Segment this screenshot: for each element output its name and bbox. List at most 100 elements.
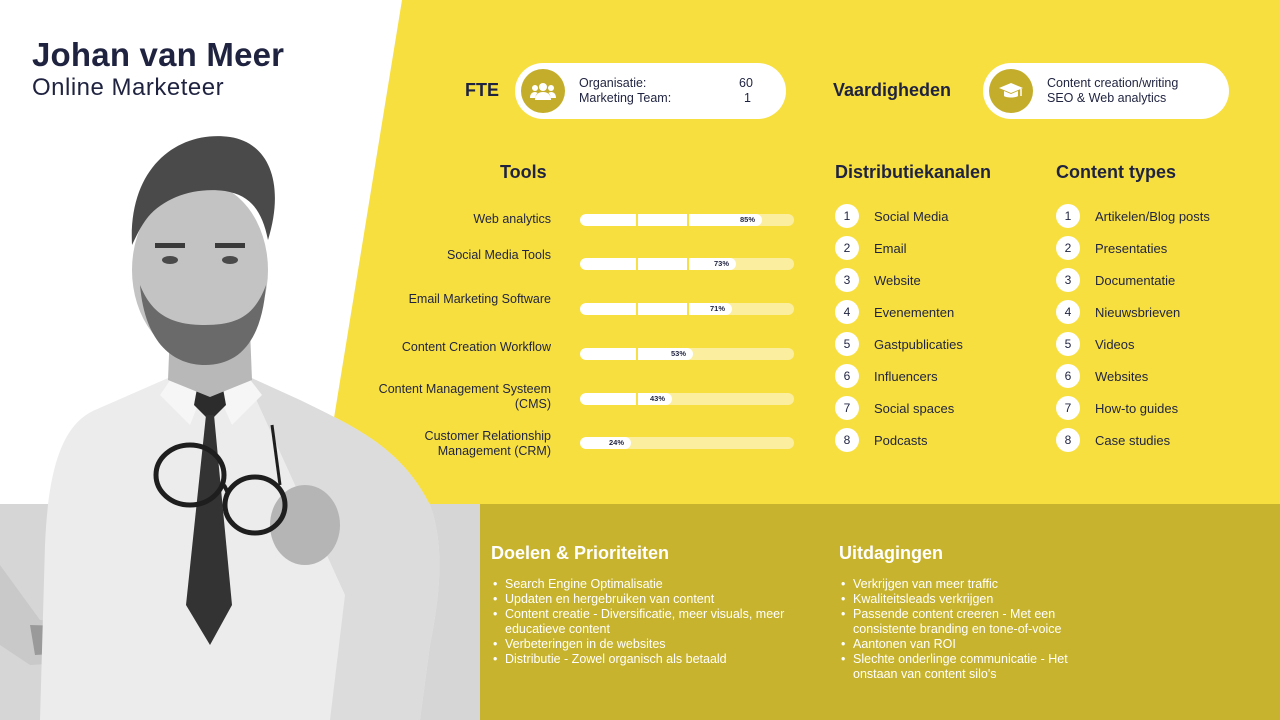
content-type-number-badge: 1 — [1056, 204, 1080, 228]
challenge-item: Kwaliteitsleads verkrijgen — [839, 592, 1099, 607]
channel-number-badge: 6 — [835, 364, 859, 388]
tool-bar-fill — [580, 214, 762, 226]
challenge-item: Verkrijgen van meer traffic — [839, 577, 1099, 592]
skills-line-1: Content creation/writing — [1047, 76, 1179, 90]
fte-team-label: Marketing Team: — [579, 91, 672, 105]
channel-number-badge: 5 — [835, 332, 859, 356]
channel-label: Social Media — [874, 208, 949, 224]
tool-bar-track: 53% — [580, 348, 794, 360]
content-type-label: Nieuwsbrieven — [1095, 304, 1181, 320]
goals-title: Doelen & Prioriteiten — [491, 543, 670, 563]
channel-number-badge: 3 — [835, 268, 859, 292]
content-type-label: Presentaties — [1095, 240, 1168, 256]
content-type-item: 1 Artikelen/Blog posts — [1056, 204, 1210, 228]
content-type-number-badge: 8 — [1056, 428, 1080, 452]
tool-percent: 85% — [740, 215, 756, 224]
fte-team-value: 1 — [744, 91, 751, 105]
tool-bar-track: 85% — [580, 214, 794, 226]
tool-percent: 53% — [671, 349, 687, 358]
channel-label: Social spaces — [874, 400, 955, 416]
tool-bar-separator — [636, 393, 638, 405]
tool-label: Social Media Tools — [447, 248, 551, 262]
tool-bar-separator — [636, 303, 638, 315]
tool-bar-separator — [687, 214, 689, 226]
tool-bar-separator — [636, 214, 638, 226]
channel-item: 8 Podcasts — [835, 428, 927, 452]
channel-item: 3 Website — [835, 268, 921, 292]
challenge-item: Passende content creeren - Met een consi… — [839, 607, 1099, 637]
goal-item: Verbeteringen in de websites — [491, 637, 791, 652]
users-icon — [521, 69, 565, 113]
channel-item: 5 Gastpublicaties — [835, 332, 963, 356]
channels-title: Distributiekanalen — [835, 162, 992, 182]
content-type-label: Documentatie — [1095, 272, 1176, 288]
goal-item: Search Engine Optimalisatie — [491, 577, 791, 592]
goal-item: Updaten en hergebruiken van content — [491, 592, 791, 607]
channel-number-badge: 2 — [835, 236, 859, 260]
fte-card: Organisatie: 60 Marketing Team: 1 — [515, 63, 786, 119]
content-type-item: 4 Nieuwsbrieven — [1056, 300, 1180, 324]
tool-bar-separator — [636, 348, 638, 360]
content-type-label: Websites — [1095, 368, 1149, 384]
tool-label: Email Marketing Software — [408, 292, 551, 306]
content-type-item: 8 Case studies — [1056, 428, 1170, 452]
channel-number-badge: 8 — [835, 428, 859, 452]
tool-percent: 73% — [714, 259, 730, 268]
channel-label: Evenementen — [874, 304, 955, 320]
skills-label: Vaardigheden — [833, 80, 952, 100]
tools-title: Tools — [500, 162, 547, 182]
tool-bar-track: 43% — [580, 393, 794, 405]
tool-percent: 24% — [609, 438, 625, 447]
content-type-item: 3 Documentatie — [1056, 268, 1175, 292]
tool-bar-track: 24% — [580, 437, 794, 449]
content-type-label: How-to guides — [1095, 400, 1179, 416]
content-type-item: 5 Videos — [1056, 332, 1135, 356]
content-type-item: 6 Websites — [1056, 364, 1148, 388]
challenge-item: Aantonen van ROI — [839, 637, 1099, 652]
content-type-label: Videos — [1095, 336, 1135, 352]
content-type-label: Artikelen/Blog posts — [1095, 208, 1210, 224]
channel-item: 6 Influencers — [835, 364, 938, 388]
channel-label: Email — [874, 240, 907, 256]
fte-label: FTE — [465, 80, 499, 100]
channel-number-badge: 7 — [835, 396, 859, 420]
tool-bar-separator — [687, 303, 689, 315]
tool-percent: 71% — [710, 304, 726, 313]
channel-number-badge: 1 — [835, 204, 859, 228]
channel-item: 7 Social spaces — [835, 396, 954, 420]
tool-percent: 43% — [650, 394, 666, 403]
tool-bar-track: 71% — [580, 303, 794, 315]
tool-label: Web analytics — [473, 212, 551, 226]
content-type-number-badge: 7 — [1056, 396, 1080, 420]
channel-label: Website — [874, 272, 921, 288]
goal-item: Content creatie - Diversificatie, meer v… — [491, 607, 791, 637]
content-type-number-badge: 6 — [1056, 364, 1080, 388]
tool-bar-separator — [687, 258, 689, 270]
channel-item: 1 Social Media — [835, 204, 948, 228]
profile-name: Johan van Meer — [32, 36, 285, 73]
tool-label: Customer Relationship Management (CRM) — [424, 429, 551, 458]
tool-label: Content Management Systeem (CMS) — [378, 382, 551, 411]
tool-bar-separator — [636, 258, 638, 270]
channel-number-badge: 4 — [835, 300, 859, 324]
fte-org-value: 60 — [739, 76, 753, 90]
channel-item: 2 Email — [835, 236, 907, 260]
tool-label: Content Creation Workflow — [401, 340, 551, 354]
channel-label: Podcasts — [874, 432, 928, 448]
skills-card: Content creation/writing SEO & Web analy… — [983, 63, 1229, 119]
channel-label: Influencers — [874, 368, 938, 384]
tool-bar-fill — [580, 258, 736, 270]
content-type-item: 7 How-to guides — [1056, 396, 1178, 420]
content-type-number-badge: 2 — [1056, 236, 1080, 260]
content-type-item: 2 Presentaties — [1056, 236, 1167, 260]
challenges-list: Verkrijgen van meer traffic Kwaliteitsle… — [839, 577, 1099, 682]
content-types-title: Content types — [1056, 162, 1177, 182]
graduation-cap-icon — [989, 69, 1033, 113]
profile-role: Online Marketeer — [32, 74, 225, 101]
challenge-item: Slechte onderlinge communicatie - Het on… — [839, 652, 1099, 682]
content-type-label: Case studies — [1095, 432, 1171, 448]
tool-bar-track: 73% — [580, 258, 794, 270]
skills-line-2: SEO & Web analytics — [1047, 91, 1167, 105]
channel-item: 4 Evenementen — [835, 300, 954, 324]
content-type-number-badge: 5 — [1056, 332, 1080, 356]
